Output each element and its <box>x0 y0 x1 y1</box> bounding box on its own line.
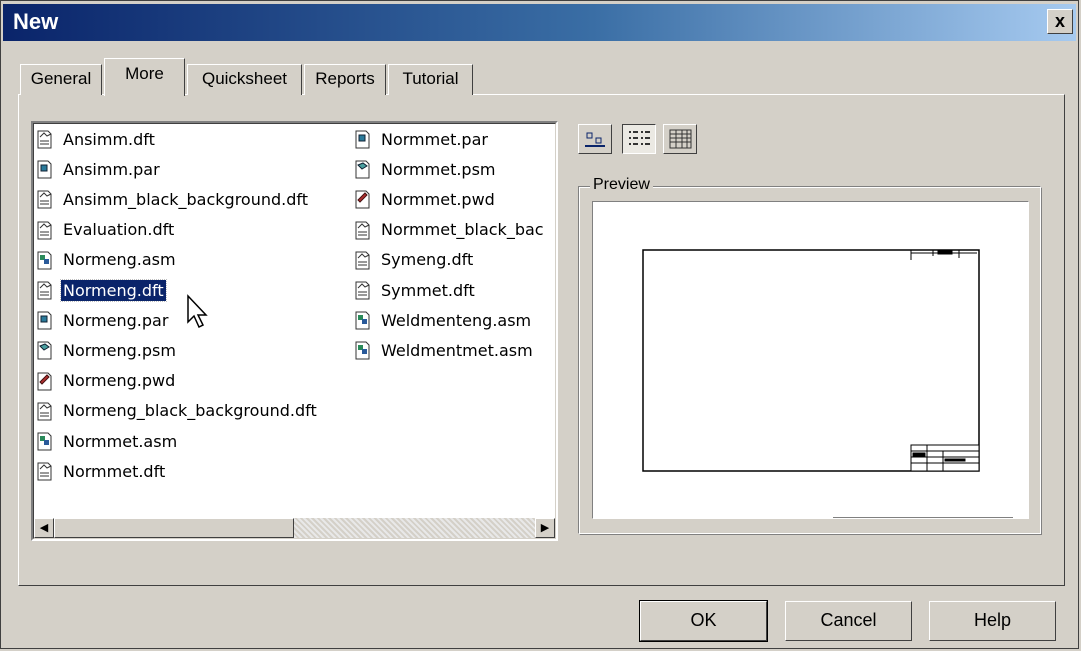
preview-pane <box>592 201 1029 519</box>
dft-file-icon <box>354 279 376 301</box>
dft-file-icon <box>36 460 58 482</box>
file-name-label: Normmet.asm <box>63 431 178 451</box>
asm-file-icon <box>36 430 58 452</box>
file-name-label: Normeng.psm <box>63 340 176 360</box>
large-icons-view-icon <box>585 132 605 147</box>
file-name-label: Normmet_black_bac <box>381 220 544 240</box>
preview-label: Preview <box>590 176 653 194</box>
file-name-label: Normmet.par <box>381 129 488 149</box>
tab-tutorial[interactable]: Tutorial <box>388 64 473 95</box>
file-name-label: Weldmentmet.asm <box>381 340 533 360</box>
par-file-icon <box>36 158 58 180</box>
file-list-item[interactable]: Normeng.par <box>36 307 170 333</box>
scrollbar-thumb[interactable] <box>54 518 294 538</box>
par-file-icon <box>36 309 58 331</box>
help-button[interactable]: Help <box>929 601 1056 641</box>
file-name-label: Normeng.dft <box>60 278 167 302</box>
list-view-icon <box>629 131 650 145</box>
file-name-label: Normmet.pwd <box>381 189 495 209</box>
file-list-item[interactable]: Normmet_black_bac <box>354 217 546 243</box>
scroll-right-arrow-icon[interactable]: ▶ <box>535 518 555 538</box>
file-list-item[interactable]: Weldmenteng.asm <box>354 307 533 333</box>
file-name-label: Symeng.dft <box>381 250 474 270</box>
mouse-cursor-icon <box>187 294 208 329</box>
file-name-label: Normeng.pwd <box>63 371 176 391</box>
file-name-label: Normeng.par <box>63 310 169 330</box>
file-list-item[interactable]: Normeng_black_background.dft <box>36 398 319 424</box>
file-list-item[interactable]: Normeng.dft <box>36 277 167 303</box>
file-list-item[interactable]: Ansimm.par <box>36 156 162 182</box>
dft-file-icon <box>354 219 376 241</box>
cancel-button[interactable]: Cancel <box>785 601 912 641</box>
file-name-label: Ansimm.dft <box>63 129 155 149</box>
file-list-item[interactable]: Normmet.dft <box>36 458 167 484</box>
dialog-title: New <box>13 9 59 34</box>
pwd-file-icon <box>354 188 376 210</box>
asm-file-icon <box>354 309 376 331</box>
tab-general[interactable]: General <box>20 64 102 95</box>
file-name-label: Normeng.asm <box>63 250 176 270</box>
tab-quicksheet[interactable]: Quicksheet <box>187 64 302 95</box>
ok-button[interactable]: OK <box>639 600 768 642</box>
file-list-item[interactable]: Ansimm.dft <box>36 126 157 152</box>
psm-file-icon <box>354 158 376 180</box>
tab-reports[interactable]: Reports <box>304 64 386 95</box>
drawing-sheet-preview <box>642 249 1013 519</box>
dft-file-icon <box>36 219 58 241</box>
close-icon: x <box>1054 11 1065 31</box>
large-icons-view-button[interactable] <box>578 124 612 154</box>
file-name-label: Evaluation.dft <box>63 220 175 240</box>
file-list-item[interactable]: Normmet.par <box>354 126 490 152</box>
dft-file-icon <box>354 249 376 271</box>
file-name-label: Ansimm_black_background.dft <box>63 189 309 209</box>
file-list-item[interactable]: Symeng.dft <box>354 247 475 273</box>
file-list-item[interactable]: Normeng.pwd <box>36 368 177 394</box>
file-name-label: Normeng_black_background.dft <box>63 401 317 421</box>
details-view-icon <box>669 129 692 149</box>
pwd-file-icon <box>36 370 58 392</box>
file-name-label: Normmet.psm <box>381 159 496 179</box>
dft-file-icon <box>36 188 58 210</box>
file-list-item[interactable]: Normeng.asm <box>36 247 178 273</box>
file-list-item[interactable]: Normmet.asm <box>36 428 179 454</box>
dft-file-icon <box>36 400 58 422</box>
file-name-label: Normmet.dft <box>63 461 166 481</box>
title-bar: New x <box>3 4 1076 41</box>
horizontal-scrollbar[interactable]: ◀ ▶ <box>34 518 555 538</box>
par-file-icon <box>354 128 376 150</box>
dft-file-icon <box>36 279 58 301</box>
file-list-item[interactable]: Symmet.dft <box>354 277 477 303</box>
close-button[interactable]: x <box>1047 9 1073 34</box>
file-list-item[interactable]: Normeng.psm <box>36 337 178 363</box>
scroll-left-arrow-icon[interactable]: ◀ <box>34 518 54 538</box>
file-name-label: Ansimm.par <box>63 159 160 179</box>
list-view-button[interactable] <box>622 124 656 154</box>
file-list-item[interactable]: Normmet.pwd <box>354 186 497 212</box>
psm-file-icon <box>36 339 58 361</box>
file-name-label: Weldmenteng.asm <box>381 310 532 330</box>
file-list-item[interactable]: Ansimm_black_background.dft <box>36 186 310 212</box>
details-view-button[interactable] <box>663 124 697 154</box>
tab-more[interactable]: More <box>104 58 185 96</box>
file-list-item[interactable]: Normmet.psm <box>354 156 498 182</box>
file-name-label: Symmet.dft <box>381 280 475 300</box>
template-file-list[interactable]: Ansimm.dft Ansimm.par Ansimm_black_backgro… <box>31 121 558 541</box>
asm-file-icon <box>36 249 58 271</box>
file-list-item[interactable]: Evaluation.dft <box>36 217 176 243</box>
dft-file-icon <box>36 128 58 150</box>
asm-file-icon <box>354 339 376 361</box>
file-list-item[interactable]: Weldmentmet.asm <box>354 337 535 363</box>
